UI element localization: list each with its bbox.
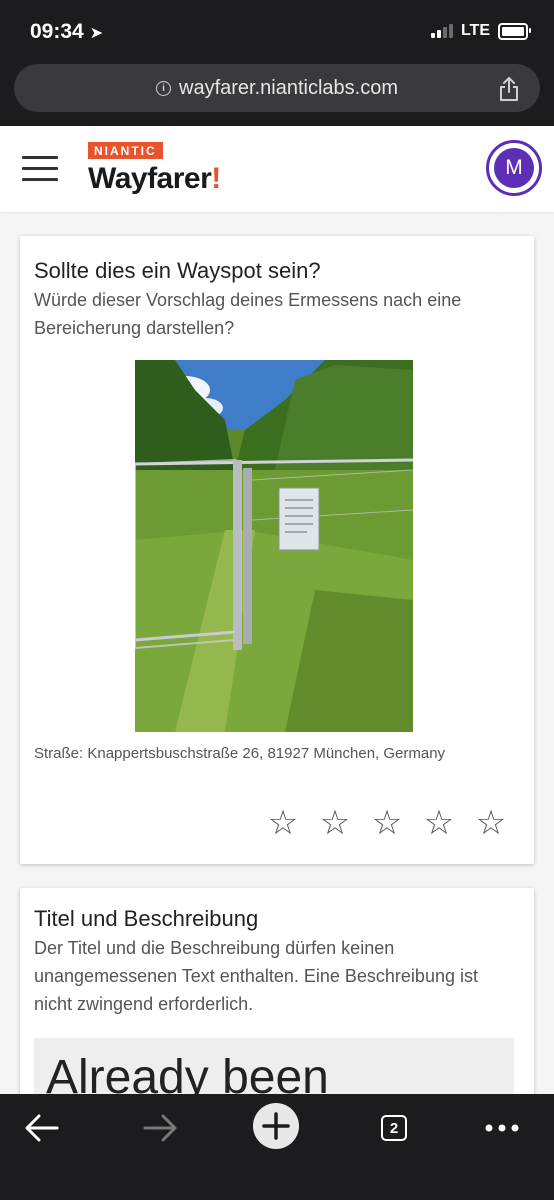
star-3-icon[interactable]: ☆: [370, 806, 404, 840]
card-subtitle: Würde dieser Vorschlag deines Ermessens …: [34, 290, 462, 338]
app-header: NIANTIC Wayfarer! M: [0, 126, 554, 212]
browser-bottom-toolbar: 2: [0, 1094, 554, 1200]
new-tab-plus-icon[interactable]: [252, 1102, 300, 1150]
wayfarer-wordmark: Wayfarer!: [88, 162, 221, 195]
submission-photo[interactable]: [135, 360, 413, 732]
star-2-icon[interactable]: ☆: [318, 806, 352, 840]
location-arrow-icon: ➤: [89, 25, 104, 42]
url-text[interactable]: wayfarer.nianticlabs.com: [179, 77, 398, 100]
submission-address: Straße: Knappertsbuschstraße 26, 81927 M…: [34, 745, 446, 762]
menu-icon[interactable]: [22, 156, 58, 182]
star-4-icon[interactable]: ☆: [422, 806, 456, 840]
share-icon[interactable]: [498, 76, 520, 102]
tab-switcher-button[interactable]: 2: [374, 1108, 414, 1148]
browser-top-bar: 09:34 ➤ LTE i wayfarer.nianticlabs.com: [0, 0, 554, 126]
wayspot-review-card: Sollte dies ein Wayspot sein? Würde dies…: [20, 236, 534, 864]
star-rating[interactable]: ☆ ☆ ☆ ☆ ☆: [266, 806, 508, 840]
wayfarer-logo[interactable]: NIANTIC Wayfarer!: [88, 142, 221, 196]
forward-arrow-icon[interactable]: [140, 1108, 180, 1148]
battery-icon: [498, 22, 531, 40]
star-1-icon[interactable]: ☆: [266, 806, 300, 840]
address-bar[interactable]: i wayfarer.nianticlabs.com: [14, 64, 540, 112]
back-arrow-icon[interactable]: [22, 1108, 62, 1148]
more-options-icon[interactable]: [482, 1108, 522, 1148]
avatar: M: [494, 148, 534, 188]
photo-image: [135, 360, 413, 732]
signal-icon: [430, 24, 453, 38]
profile-avatar-button[interactable]: M: [486, 140, 542, 196]
status-indicators: LTE: [430, 22, 531, 40]
star-5-icon[interactable]: ☆: [474, 806, 508, 840]
niantic-badge: NIANTIC: [88, 142, 163, 159]
status-time: 09:34 ➤: [30, 20, 103, 44]
tab-count: 2: [381, 1115, 407, 1141]
card-subtitle: Der Titel und die Beschreibung dürfen ke…: [34, 938, 478, 1014]
network-label: LTE: [460, 22, 490, 39]
info-icon[interactable]: i: [156, 80, 171, 96]
card-title: Sollte dies ein Wayspot sein?: [34, 258, 321, 283]
card-title: Titel und Beschreibung: [34, 906, 259, 931]
clock: 09:34: [30, 20, 84, 43]
